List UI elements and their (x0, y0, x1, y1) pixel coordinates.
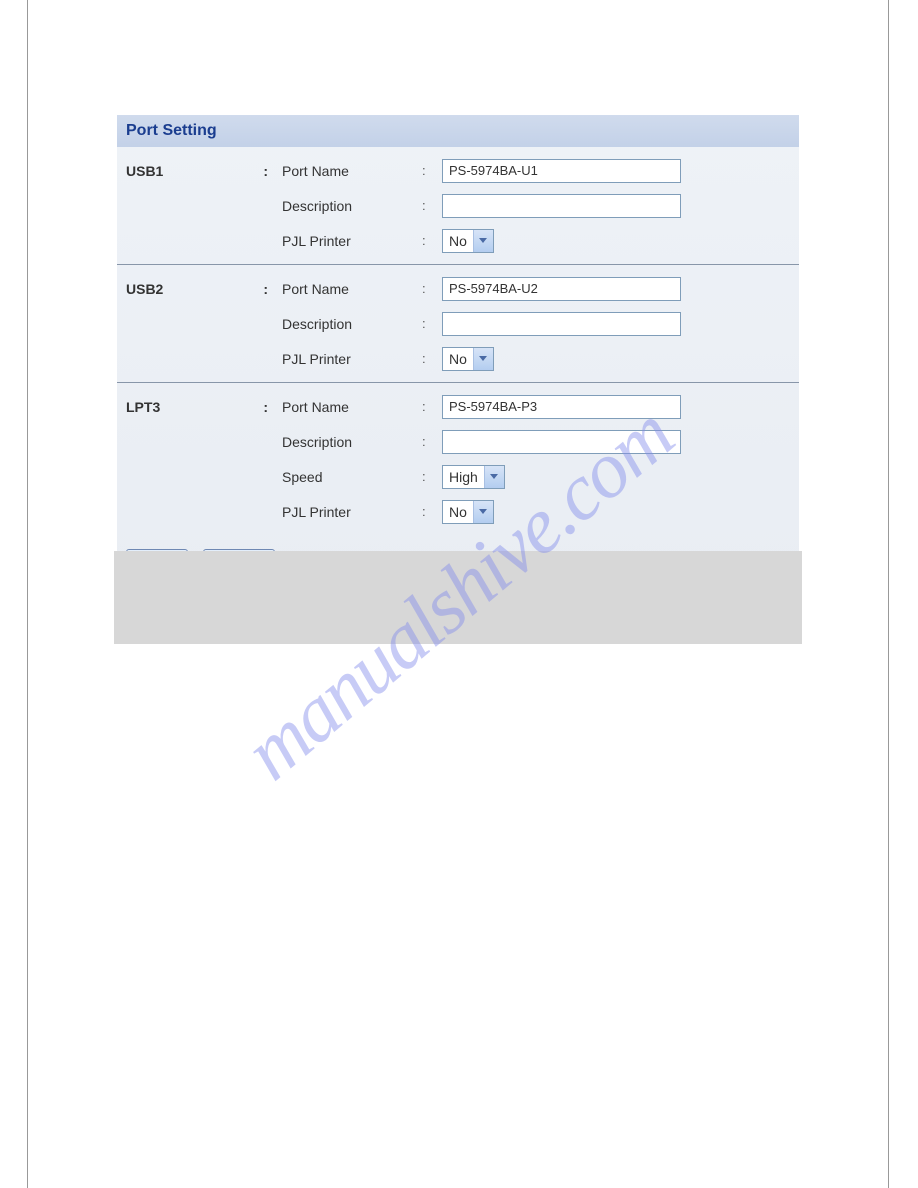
port-label-text: USB2 (126, 281, 163, 297)
port-label-text: USB1 (126, 163, 163, 179)
separator-icon: : (422, 399, 442, 414)
chevron-down-icon (490, 474, 498, 479)
separator-icon: : (422, 163, 442, 178)
port-label-text: LPT3 (126, 399, 160, 415)
select-dropdown-button[interactable] (484, 466, 504, 488)
field-label-pjl-printer: PJL Printer (282, 351, 422, 367)
select-value: No (443, 348, 473, 370)
field-label-description: Description (282, 316, 422, 332)
field-label-port-name: Port Name (282, 281, 422, 297)
port-block-lpt3: LPT3 : Port Name : Description : Speed :… (117, 383, 799, 535)
colon-icon: : (263, 281, 268, 297)
colon-icon: : (263, 163, 268, 179)
select-dropdown-button[interactable] (473, 501, 493, 523)
colon-icon: : (263, 399, 268, 415)
footer-bar (114, 551, 802, 644)
usb1-description-input[interactable] (442, 194, 681, 218)
field-label-speed: Speed (282, 469, 422, 485)
field-label-port-name: Port Name (282, 399, 422, 415)
separator-icon: : (422, 351, 442, 366)
page-border-left (27, 0, 28, 1188)
select-dropdown-button[interactable] (473, 348, 493, 370)
port-setting-panel: Port Setting USB1 : Port Name : Descript… (117, 115, 799, 588)
usb2-pjl-select[interactable]: No (442, 347, 494, 371)
port-label-usb1: USB1 : (117, 163, 282, 179)
field-label-port-name: Port Name (282, 163, 422, 179)
separator-icon: : (422, 316, 442, 331)
port-label-usb2: USB2 : (117, 281, 282, 297)
separator-icon: : (422, 434, 442, 449)
lpt3-pjl-select[interactable]: No (442, 500, 494, 524)
field-label-description: Description (282, 198, 422, 214)
usb1-pjl-select[interactable]: No (442, 229, 494, 253)
usb2-port-name-input[interactable] (442, 277, 681, 301)
chevron-down-icon (479, 238, 487, 243)
field-label-pjl-printer: PJL Printer (282, 504, 422, 520)
lpt3-speed-select[interactable]: High (442, 465, 505, 489)
field-label-pjl-printer: PJL Printer (282, 233, 422, 249)
chevron-down-icon (479, 509, 487, 514)
separator-icon: : (422, 233, 442, 248)
lpt3-port-name-input[interactable] (442, 395, 681, 419)
port-block-usb2: USB2 : Port Name : Description : PJL Pri… (117, 265, 799, 383)
field-label-description: Description (282, 434, 422, 450)
panel-title: Port Setting (117, 115, 799, 147)
usb2-description-input[interactable] (442, 312, 681, 336)
select-value: No (443, 230, 473, 252)
lpt3-description-input[interactable] (442, 430, 681, 454)
chevron-down-icon (479, 356, 487, 361)
select-dropdown-button[interactable] (473, 230, 493, 252)
port-block-usb1: USB1 : Port Name : Description : PJL Pri… (117, 147, 799, 265)
usb1-port-name-input[interactable] (442, 159, 681, 183)
separator-icon: : (422, 281, 442, 296)
page-border-right (888, 0, 889, 1188)
separator-icon: : (422, 469, 442, 484)
select-value: High (443, 466, 484, 488)
port-label-lpt3: LPT3 : (117, 399, 282, 415)
separator-icon: : (422, 504, 442, 519)
select-value: No (443, 501, 473, 523)
separator-icon: : (422, 198, 442, 213)
